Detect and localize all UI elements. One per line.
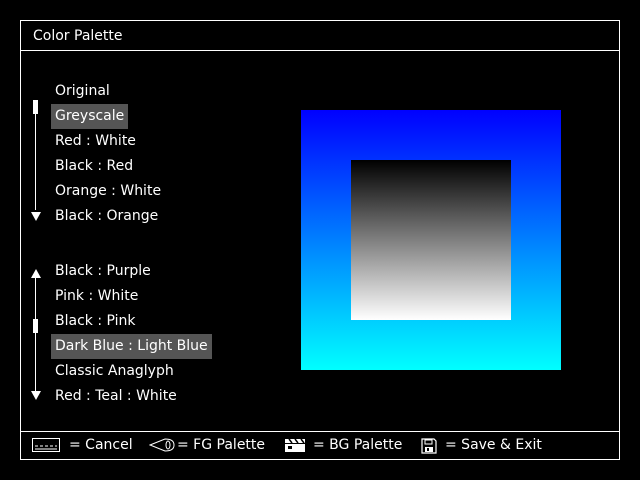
cancel-label: = Cancel (69, 437, 133, 453)
fg-palette-label: = FG Palette (177, 437, 266, 453)
save-exit-label: = Save & Exit (445, 437, 542, 453)
color-palette-window: Color Palette Original Greyscale Red : W… (20, 20, 620, 460)
fg-palette-item[interactable]: Original (51, 79, 114, 104)
fg-palette-item[interactable]: Black : Red (51, 154, 137, 179)
bg-palette-item[interactable]: Classic Anaglyph (51, 359, 178, 384)
bg-scroll-track (35, 278, 36, 391)
window-title: Color Palette (33, 28, 123, 44)
fg-palette-item[interactable]: Red : White (51, 129, 140, 154)
bg-palette-item[interactable]: Black : Pink (51, 309, 140, 334)
bg-palette-label: = BG Palette (313, 437, 403, 453)
fg-scroll-track (35, 100, 36, 210)
nunchuk-icon (149, 438, 175, 452)
title-divider (21, 50, 619, 51)
bg-palette-item[interactable]: Pink : White (51, 284, 142, 309)
fg-palette-hint[interactable]: = FG Palette (149, 432, 265, 459)
keyboard-icon (32, 438, 60, 452)
save-exit-hint[interactable]: = Save & Exit (421, 432, 542, 459)
scroll-down-arrow-icon[interactable] (31, 212, 41, 221)
bg-palette-hint[interactable]: = BG Palette (284, 432, 402, 459)
fg-palette-item[interactable]: Orange : White (51, 179, 165, 204)
bg-palette-item[interactable]: Red : Teal : White (51, 384, 181, 409)
bg-palette-list: Black : Purple Pink : White Black : Pink… (51, 259, 212, 409)
fg-scroll-thumb[interactable] (33, 100, 38, 114)
cancel-hint[interactable]: = Cancel (32, 432, 133, 459)
bg-palette-item[interactable]: Black : Purple (51, 259, 155, 284)
palette-preview-inner (351, 160, 511, 320)
palette-preview (301, 110, 561, 370)
fg-palette-list: Original Greyscale Red : White Black : R… (51, 79, 165, 229)
scroll-up-arrow-icon[interactable] (31, 269, 41, 278)
bg-scroll-thumb[interactable] (33, 319, 38, 333)
clapperboard-icon (285, 438, 305, 452)
fg-palette-item[interactable]: Greyscale (51, 104, 129, 129)
fg-scrollbar[interactable] (31, 100, 41, 221)
fg-palette-item[interactable]: Black : Orange (51, 204, 162, 229)
floppy-disk-icon (421, 438, 437, 454)
scroll-down-arrow-icon[interactable] (31, 391, 41, 400)
footer-bar: = Cancel = FG Palette = BG Palette = Sav… (21, 432, 619, 459)
bg-scrollbar[interactable] (31, 269, 41, 403)
bg-palette-item[interactable]: Dark Blue : Light Blue (51, 334, 212, 359)
